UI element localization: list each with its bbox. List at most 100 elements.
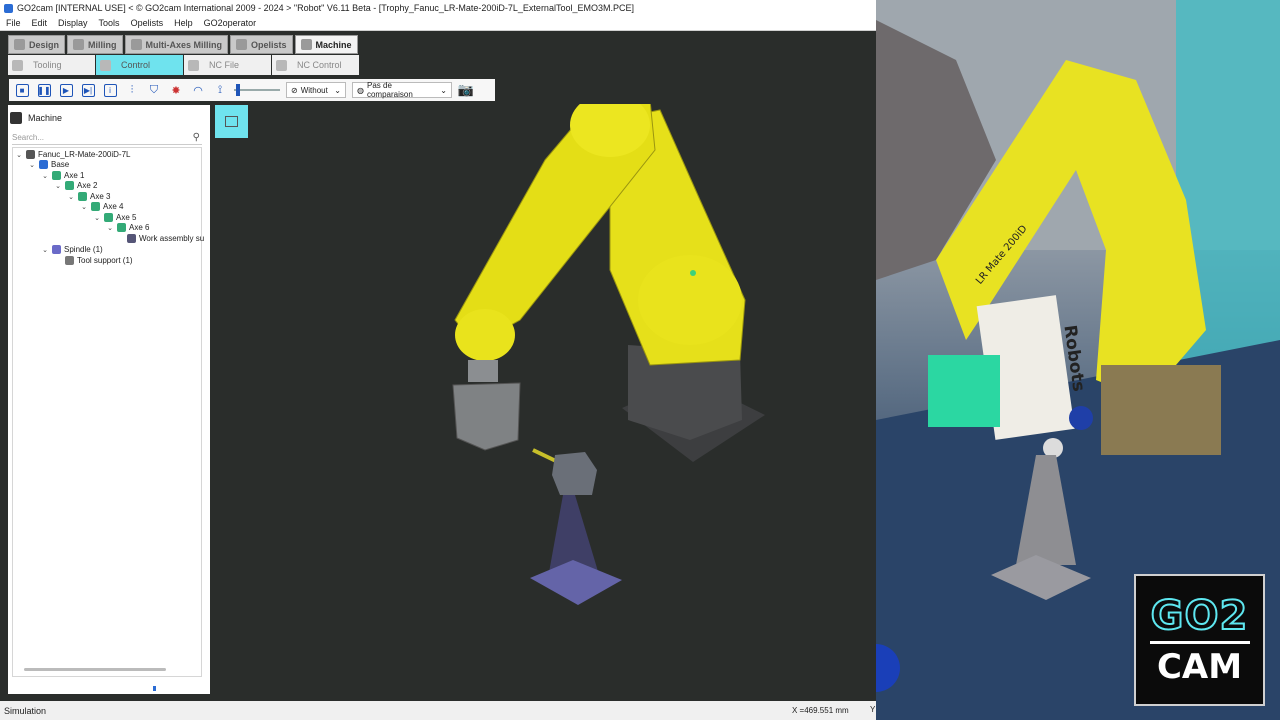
blue-ball [1069, 406, 1093, 430]
comparison-mode-dropdown[interactable]: ⊘ Without ⌄ [286, 82, 346, 98]
tree-label: Axe 6 [129, 223, 150, 232]
tab-nc-control-label: NC Control [297, 60, 342, 70]
tree-node-axe1[interactable]: ⌄ Axe 1 [41, 171, 84, 180]
tab-opelists[interactable]: Opelists [230, 35, 293, 54]
tree-label: Base [51, 160, 70, 169]
comparison-dropdown[interactable]: ◍ Pas de comparaison ⌄ [352, 81, 452, 99]
stop-button[interactable]: ■ [14, 82, 30, 98]
panel-position-marker [153, 686, 156, 691]
play-button[interactable]: ▶ [58, 82, 74, 98]
shield-button[interactable]: ⛉ [146, 82, 162, 98]
tree-label: Axe 4 [103, 202, 124, 211]
tree-horizontal-scrollbar[interactable] [24, 668, 166, 671]
tree-node-fanuc[interactable]: ⌄ Fanuc_LR-Mate-200iD-7L [15, 150, 131, 159]
chevron-down-icon[interactable]: ⌄ [67, 193, 75, 201]
logo-line2: CAM [1156, 646, 1243, 687]
tree-node-axe5[interactable]: ⌄ Axe 5 [93, 213, 136, 222]
tool-support-icon [65, 256, 74, 265]
shield-icon: ⛉ [149, 83, 159, 96]
tree-node-base[interactable]: ⌄ Base [28, 160, 69, 169]
tab-machine[interactable]: Machine [294, 35, 358, 54]
robot-path-icon: ⟟ [217, 83, 223, 96]
go2cam-logo: GO2 CAM [1134, 574, 1265, 706]
menu-tools[interactable]: Tools [99, 18, 120, 28]
menu-opelists[interactable]: Opelists [131, 18, 164, 28]
collision-button[interactable]: ✸ [168, 82, 184, 98]
menu-display[interactable]: Display [58, 18, 88, 28]
logo-divider [1149, 640, 1250, 644]
chevron-down-icon[interactable]: ⌄ [80, 203, 88, 211]
speed-gauge-button[interactable]: ◠ [190, 82, 206, 98]
machine-tree: ⌄ Fanuc_LR-Mate-200iD-7L ⌄ Base ⌄ Axe 1 ⌄ Ax… [12, 147, 204, 677]
tree-label: Fanuc_LR-Mate-200iD-7L [38, 150, 131, 159]
speed-gauge-icon: ◠ [193, 84, 203, 97]
tree-label: Axe 5 [116, 213, 137, 222]
collision-icon: ✸ [171, 84, 181, 97]
tree-node-tool-support[interactable]: Tool support (1) [65, 256, 133, 265]
chevron-down-icon[interactable]: ⌄ [54, 182, 62, 190]
dropdown-comparison-label: Pas de comparaison [366, 81, 413, 99]
axes-button[interactable]: ⫶ [124, 82, 140, 98]
chevron-down-icon[interactable]: ⌄ [28, 161, 36, 169]
tab-nc-file-label: NC File [209, 60, 240, 70]
info-button[interactable]: i [102, 82, 118, 98]
base-icon [39, 160, 48, 169]
menu-help[interactable]: Help [174, 18, 193, 28]
chevron-down-icon: ⌄ [440, 85, 447, 95]
tab-design-label: Design [29, 39, 60, 50]
tree-label: Spindle (1) [64, 245, 103, 254]
pause-button[interactable]: ❚❚ [36, 82, 52, 98]
tree-node-axe3[interactable]: ⌄ Axe 3 [67, 192, 110, 201]
camera-icon: 📷 [457, 82, 475, 97]
speed-slider[interactable] [234, 84, 280, 96]
green-gripper [928, 355, 1000, 427]
control-icon [100, 59, 111, 71]
tree-label: Axe 2 [77, 181, 98, 190]
tab-multi-axes-label: Multi-Axes Milling [145, 39, 223, 50]
menu-edit[interactable]: Edit [32, 18, 48, 28]
tab-multi-axes-milling[interactable]: Multi-Axes Milling [124, 35, 229, 54]
tab-design[interactable]: Design [8, 35, 66, 54]
search-placeholder: Search... [12, 133, 45, 142]
window-title: GO2cam [INTERNAL USE] < © GO2cam Interna… [17, 3, 634, 13]
chevron-down-icon[interactable]: ⌄ [106, 224, 114, 232]
chevron-down-icon[interactable]: ⌄ [15, 151, 23, 159]
play-icon: ▶ [59, 83, 73, 97]
info-icon: i [103, 83, 117, 97]
search-icon: ⚲ [192, 132, 200, 143]
robot-simulation-view [452, 93, 765, 605]
step-icon: ▶| [81, 83, 95, 97]
status-mode: Simulation [4, 705, 47, 716]
stop-icon: ■ [15, 83, 29, 97]
slider-knob[interactable] [236, 84, 241, 96]
robot-path-button[interactable]: ⟟ [212, 82, 228, 98]
chevron-down-icon[interactable]: ⌄ [93, 214, 101, 222]
tab-tooling[interactable]: Tooling [8, 55, 95, 75]
tree-node-axe4[interactable]: ⌄ Axe 4 [80, 202, 123, 211]
menu-go2operator[interactable]: GO2operator [204, 18, 257, 28]
spindle-icon [52, 245, 61, 254]
tab-milling[interactable]: Milling [67, 35, 123, 54]
tree-label: Tool support (1) [77, 256, 133, 265]
tab-nc-file[interactable]: NC File [184, 55, 271, 75]
tree-node-axe2[interactable]: ⌄ Axe 2 [54, 181, 97, 190]
tree-node-axe6[interactable]: ⌄ Axe 6 [106, 223, 149, 232]
tab-opelists-label: Opelists [251, 39, 287, 50]
search-input[interactable]: Search... ⚲ [12, 131, 202, 145]
tree-node-work-assembly[interactable]: Work assembly su [127, 234, 204, 243]
tab-nc-control[interactable]: NC Control [272, 55, 359, 75]
tab-control[interactable]: Control [96, 55, 183, 75]
stand-base [530, 560, 622, 605]
3d-viewport[interactable] [210, 93, 876, 696]
multi-axes-icon [130, 39, 142, 50]
menu-file[interactable]: File [6, 18, 21, 28]
milling-icon [73, 39, 85, 50]
chevron-down-icon[interactable]: ⌄ [41, 246, 49, 254]
viewport-control-button[interactable] [215, 105, 248, 138]
tab-milling-label: Milling [88, 39, 117, 50]
simulation-toolbar: ■ ❚❚ ▶ ▶| i ⫶ ⛉ ✸ ◠ ⟟ ⊘ Without ⌄ ◍ Pas de … [9, 79, 495, 101]
chevron-down-icon[interactable]: ⌄ [41, 172, 49, 180]
camera-button[interactable]: 📷 [458, 82, 474, 98]
tree-node-spindle[interactable]: ⌄ Spindle (1) [41, 245, 103, 254]
step-button[interactable]: ▶| [80, 82, 96, 98]
